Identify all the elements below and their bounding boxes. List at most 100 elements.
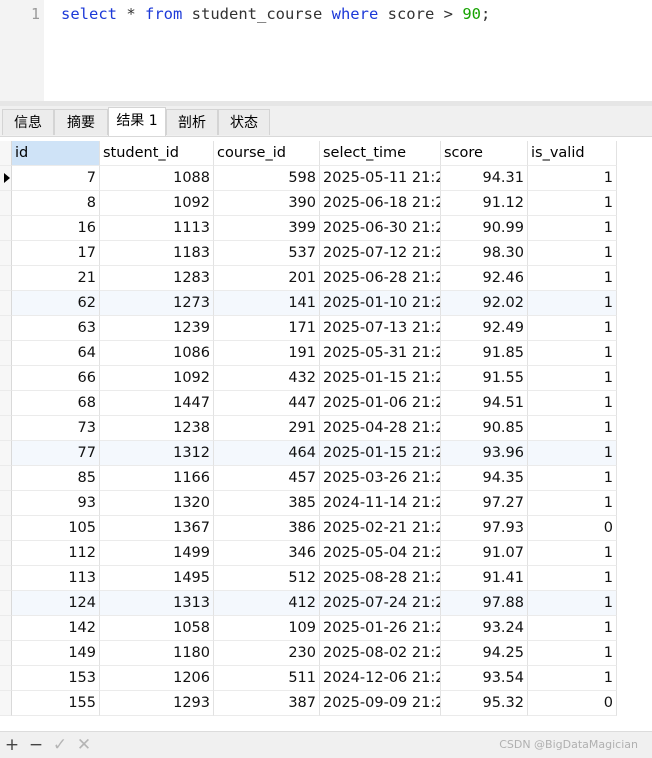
- column-header-course-id[interactable]: course_id: [214, 141, 320, 166]
- cell-is-valid[interactable]: 1: [528, 166, 617, 191]
- cell-course-id[interactable]: 598: [214, 166, 320, 191]
- cell-score[interactable]: 91.41: [441, 566, 528, 591]
- cell-id[interactable]: 63: [12, 316, 100, 341]
- cell-student-id[interactable]: 1495: [100, 566, 214, 591]
- cell-select-time[interactable]: 2025-01-15 21:2: [320, 366, 441, 391]
- delete-record-button[interactable]: −: [26, 734, 46, 756]
- cell-score[interactable]: 91.12: [441, 191, 528, 216]
- table-row[interactable]: 64 1086 191 2025-05-31 21:2 91.85 1: [0, 341, 617, 366]
- row-indicator[interactable]: [0, 591, 12, 616]
- cell-is-valid[interactable]: 1: [528, 241, 617, 266]
- cell-score[interactable]: 94.51: [441, 391, 528, 416]
- cell-is-valid[interactable]: 1: [528, 616, 617, 641]
- row-indicator[interactable]: [0, 291, 12, 316]
- cell-select-time[interactable]: 2025-09-09 21:2: [320, 691, 441, 716]
- cell-student-id[interactable]: 1092: [100, 366, 214, 391]
- cell-course-id[interactable]: 109: [214, 616, 320, 641]
- cell-select-time[interactable]: 2025-01-10 21:2: [320, 291, 441, 316]
- cell-id[interactable]: 17: [12, 241, 100, 266]
- row-indicator[interactable]: [0, 191, 12, 216]
- column-header-is-valid[interactable]: is_valid: [528, 141, 617, 166]
- cell-select-time[interactable]: 2025-06-18 21:2: [320, 191, 441, 216]
- cell-student-id[interactable]: 1086: [100, 341, 214, 366]
- cell-course-id[interactable]: 346: [214, 541, 320, 566]
- cell-score[interactable]: 91.85: [441, 341, 528, 366]
- cell-student-id[interactable]: 1092: [100, 191, 214, 216]
- cell-student-id[interactable]: 1183: [100, 241, 214, 266]
- cell-is-valid[interactable]: 1: [528, 191, 617, 216]
- cell-course-id[interactable]: 386: [214, 516, 320, 541]
- table-row[interactable]: 63 1239 171 2025-07-13 21:2 92.49 1: [0, 316, 617, 341]
- cell-select-time[interactable]: 2024-11-14 21:2: [320, 491, 441, 516]
- cell-select-time[interactable]: 2025-01-15 21:2: [320, 441, 441, 466]
- cell-score[interactable]: 93.24: [441, 616, 528, 641]
- cell-student-id[interactable]: 1320: [100, 491, 214, 516]
- cell-select-time[interactable]: 2025-04-28 21:2: [320, 416, 441, 441]
- cell-score[interactable]: 94.35: [441, 466, 528, 491]
- tab-info[interactable]: 信息: [2, 109, 54, 135]
- cell-course-id[interactable]: 201: [214, 266, 320, 291]
- cell-id[interactable]: 153: [12, 666, 100, 691]
- cell-course-id[interactable]: 447: [214, 391, 320, 416]
- cell-is-valid[interactable]: 1: [528, 491, 617, 516]
- table-row[interactable]: 66 1092 432 2025-01-15 21:2 91.55 1: [0, 366, 617, 391]
- cell-course-id[interactable]: 537: [214, 241, 320, 266]
- cell-id[interactable]: 7: [12, 166, 100, 191]
- cell-id[interactable]: 73: [12, 416, 100, 441]
- cell-id[interactable]: 21: [12, 266, 100, 291]
- row-indicator[interactable]: [0, 316, 12, 341]
- tab-profile[interactable]: 剖析: [166, 109, 218, 135]
- row-indicator[interactable]: [0, 691, 12, 716]
- cell-select-time[interactable]: 2025-05-11 21:2: [320, 166, 441, 191]
- cell-student-id[interactable]: 1113: [100, 216, 214, 241]
- table-row[interactable]: 77 1312 464 2025-01-15 21:2 93.96 1: [0, 441, 617, 466]
- row-indicator[interactable]: [0, 341, 12, 366]
- cell-student-id[interactable]: 1180: [100, 641, 214, 666]
- table-row[interactable]: 112 1499 346 2025-05-04 21:2 91.07 1: [0, 541, 617, 566]
- table-row[interactable]: 68 1447 447 2025-01-06 21:2 94.51 1: [0, 391, 617, 416]
- cell-id[interactable]: 8: [12, 191, 100, 216]
- cell-course-id[interactable]: 412: [214, 591, 320, 616]
- row-indicator[interactable]: [0, 391, 12, 416]
- sql-editor[interactable]: 1 select * from student_course where sco…: [0, 0, 652, 101]
- cell-score[interactable]: 92.02: [441, 291, 528, 316]
- tab-status[interactable]: 状态: [218, 109, 270, 135]
- cell-student-id[interactable]: 1238: [100, 416, 214, 441]
- cell-score[interactable]: 90.99: [441, 216, 528, 241]
- cell-is-valid[interactable]: 1: [528, 341, 617, 366]
- cell-is-valid[interactable]: 1: [528, 591, 617, 616]
- cell-course-id[interactable]: 511: [214, 666, 320, 691]
- row-indicator[interactable]: [0, 466, 12, 491]
- cell-student-id[interactable]: 1499: [100, 541, 214, 566]
- table-row[interactable]: 124 1313 412 2025-07-24 21:2 97.88 1: [0, 591, 617, 616]
- cell-id[interactable]: 64: [12, 341, 100, 366]
- cell-is-valid[interactable]: 1: [528, 566, 617, 591]
- cell-course-id[interactable]: 291: [214, 416, 320, 441]
- discard-changes-button[interactable]: ✕: [74, 734, 94, 756]
- cell-id[interactable]: 112: [12, 541, 100, 566]
- table-row[interactable]: 93 1320 385 2024-11-14 21:2 97.27 1: [0, 491, 617, 516]
- cell-course-id[interactable]: 141: [214, 291, 320, 316]
- cell-score[interactable]: 97.93: [441, 516, 528, 541]
- cell-student-id[interactable]: 1088: [100, 166, 214, 191]
- cell-course-id[interactable]: 432: [214, 366, 320, 391]
- table-row[interactable]: 21 1283 201 2025-06-28 21:2 92.46 1: [0, 266, 617, 291]
- cell-id[interactable]: 68: [12, 391, 100, 416]
- cell-is-valid[interactable]: 1: [528, 316, 617, 341]
- cell-id[interactable]: 93: [12, 491, 100, 516]
- table-row[interactable]: 7 1088 598 2025-05-11 21:2 94.31 1: [0, 166, 617, 191]
- column-header-select-time[interactable]: select_time: [320, 141, 441, 166]
- cell-id[interactable]: 105: [12, 516, 100, 541]
- cell-course-id[interactable]: 230: [214, 641, 320, 666]
- cell-student-id[interactable]: 1367: [100, 516, 214, 541]
- row-indicator[interactable]: [0, 541, 12, 566]
- cell-student-id[interactable]: 1206: [100, 666, 214, 691]
- cell-select-time[interactable]: 2025-05-04 21:2: [320, 541, 441, 566]
- cell-score[interactable]: 91.07: [441, 541, 528, 566]
- row-indicator[interactable]: [0, 441, 12, 466]
- cell-select-time[interactable]: 2025-07-12 21:2: [320, 241, 441, 266]
- cell-student-id[interactable]: 1166: [100, 466, 214, 491]
- sql-code[interactable]: select * from student_course where score…: [61, 5, 490, 23]
- table-row[interactable]: 16 1113 399 2025-06-30 21:2 90.99 1: [0, 216, 617, 241]
- row-indicator[interactable]: [0, 566, 12, 591]
